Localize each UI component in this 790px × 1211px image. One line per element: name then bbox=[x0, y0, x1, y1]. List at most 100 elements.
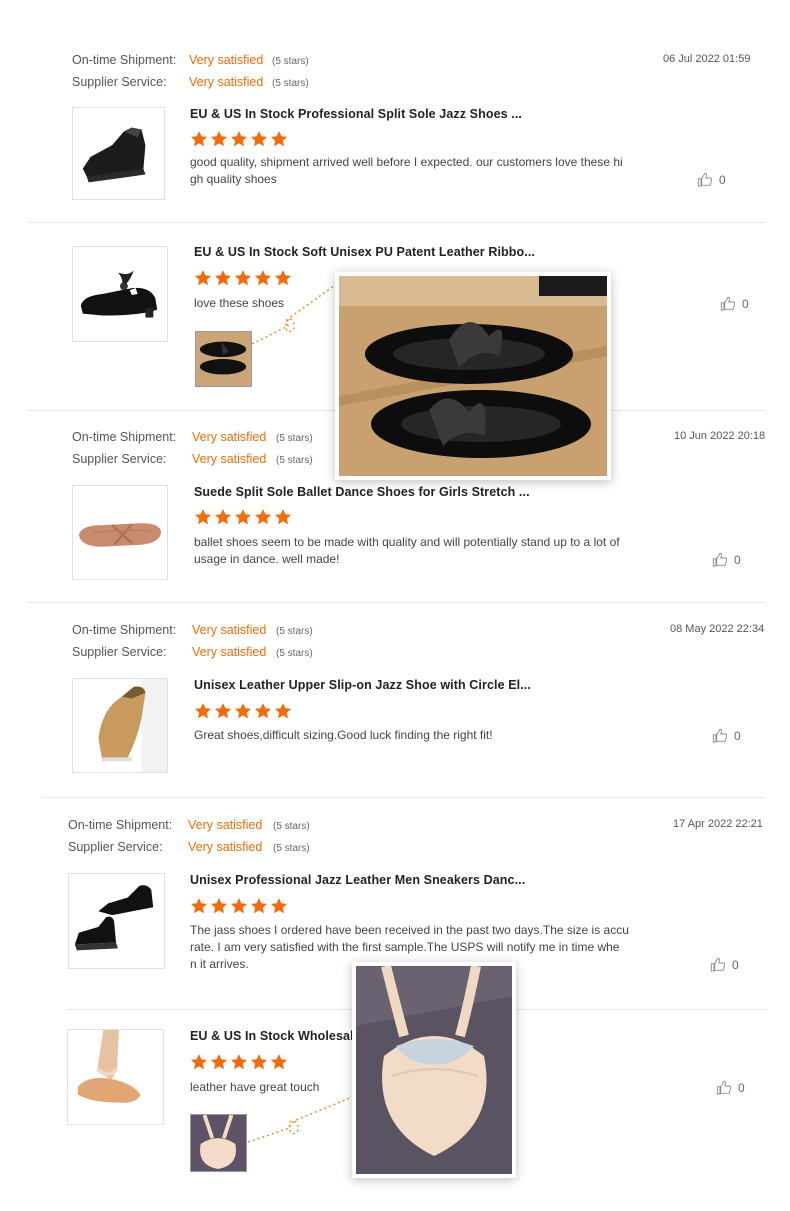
like-count: 0 bbox=[734, 553, 741, 567]
thumbs-up-icon bbox=[716, 1080, 732, 1095]
ontime-satisfaction: Very satisfied bbox=[188, 818, 263, 832]
star-icon bbox=[250, 1054, 268, 1070]
like-count: 0 bbox=[742, 297, 749, 311]
review-photo-popup[interactable] bbox=[335, 272, 611, 480]
star-icon bbox=[270, 898, 288, 914]
like-button[interactable]: 0 bbox=[712, 728, 741, 744]
supplier-stars-text: (5 stars) bbox=[272, 78, 309, 89]
supplier-stars-text: (5 stars) bbox=[276, 648, 313, 659]
ontime-satisfaction: Very satisfied bbox=[189, 53, 264, 67]
supplier-satisfaction: Very satisfied bbox=[192, 645, 267, 659]
supplier-satisfaction: Very satisfied bbox=[188, 840, 263, 854]
like-button[interactable]: 0 bbox=[697, 172, 726, 188]
ontime-satisfaction: Very satisfied bbox=[192, 623, 267, 637]
callout-connector bbox=[247, 1097, 351, 1143]
rating-stars bbox=[190, 897, 288, 915]
supplier-satisfaction: Very satisfied bbox=[192, 452, 267, 466]
review-photo-popup[interactable] bbox=[352, 962, 516, 1178]
black-jazz-shoe-image bbox=[73, 108, 164, 199]
product-thumbnail[interactable] bbox=[72, 107, 165, 200]
review-photo-image bbox=[196, 332, 251, 386]
star-icon bbox=[270, 1054, 288, 1070]
product-thumbnail[interactable] bbox=[72, 246, 168, 342]
star-icon bbox=[250, 131, 268, 147]
review-text-line: The jass shoes I ordered have been recei… bbox=[190, 923, 629, 937]
star-icon bbox=[274, 703, 292, 719]
supplier-stars-text: (5 stars) bbox=[276, 455, 313, 466]
review-text-line: Great shoes,difficult sizing.Good luck f… bbox=[194, 728, 493, 742]
review-date: 17 Apr 2022 22:21 bbox=[673, 818, 763, 830]
ontime-shipment-label: On-time Shipment: bbox=[72, 430, 177, 444]
review-photo-thumbnail[interactable] bbox=[190, 1114, 247, 1172]
star-icon bbox=[254, 509, 272, 525]
star-icon bbox=[210, 1054, 228, 1070]
star-icon bbox=[190, 898, 208, 914]
like-button[interactable]: 0 bbox=[716, 1080, 745, 1096]
patent-tap-shoe-image bbox=[73, 247, 167, 341]
star-icon bbox=[270, 131, 288, 147]
patent-shoes-in-box-photo bbox=[339, 276, 607, 476]
review-divider bbox=[28, 222, 765, 223]
ontime-shipment-label: On-time Shipment: bbox=[72, 53, 177, 67]
supplier-satisfaction: Very satisfied bbox=[189, 75, 264, 89]
product-title[interactable]: Unisex Professional Jazz Leather Men Sne… bbox=[190, 873, 525, 887]
product-thumbnail[interactable] bbox=[72, 485, 168, 580]
ontime-stars-text: (5 stars) bbox=[276, 433, 313, 444]
ontime-satisfaction: Very satisfied bbox=[192, 430, 267, 444]
rating-stars bbox=[190, 130, 288, 148]
review-text-line: good quality, shipment arrived well befo… bbox=[190, 155, 623, 169]
thumbs-up-icon bbox=[712, 728, 728, 743]
suede-ballet-shoe-image bbox=[73, 486, 167, 579]
review-date: 10 Jun 2022 20:18 bbox=[674, 430, 766, 442]
review-date: 06 Jul 2022 01:59 bbox=[663, 53, 751, 65]
tan-jazz-shoe-image bbox=[73, 679, 167, 772]
like-button[interactable]: 0 bbox=[712, 552, 741, 568]
star-icon bbox=[214, 703, 232, 719]
star-icon bbox=[234, 509, 252, 525]
review-photo-thumbnail[interactable] bbox=[195, 331, 252, 387]
like-button[interactable]: 0 bbox=[720, 296, 749, 312]
supplier-service-label: Supplier Service: bbox=[68, 840, 163, 854]
ontime-shipment-label: On-time Shipment: bbox=[68, 818, 173, 832]
ontime-stars-text: (5 stars) bbox=[272, 56, 309, 67]
star-icon bbox=[230, 1054, 248, 1070]
product-title[interactable]: EU & US In Stock Soft Unisex PU Patent L… bbox=[194, 245, 535, 259]
product-title[interactable]: Suede Split Sole Ballet Dance Shoes for … bbox=[194, 485, 530, 499]
review-text-line: n it arrives. bbox=[190, 957, 249, 971]
product-thumbnail[interactable] bbox=[67, 1029, 164, 1125]
product-title[interactable]: EU & US In Stock Wholesale bbox=[190, 1029, 361, 1043]
callout-connector bbox=[251, 285, 335, 345]
thumbs-up-icon bbox=[712, 552, 728, 567]
review-text-line: gh quality shoes bbox=[190, 172, 277, 186]
thumbs-up-icon bbox=[720, 296, 736, 311]
star-icon bbox=[230, 898, 248, 914]
review-photo-image bbox=[191, 1115, 246, 1171]
star-icon bbox=[210, 898, 228, 914]
thumbs-up-icon bbox=[697, 172, 713, 187]
rating-stars bbox=[194, 508, 292, 526]
like-button[interactable]: 0 bbox=[710, 957, 739, 973]
like-count: 0 bbox=[732, 958, 739, 972]
star-icon bbox=[250, 898, 268, 914]
star-icon bbox=[194, 509, 212, 525]
supplier-service-label: Supplier Service: bbox=[72, 452, 167, 466]
review-text-line: ballet shoes seem to be made with qualit… bbox=[194, 535, 620, 549]
ontime-stars-text: (5 stars) bbox=[273, 821, 310, 832]
like-count: 0 bbox=[734, 729, 741, 743]
product-thumbnail[interactable] bbox=[68, 873, 165, 969]
review-text-line: rate. I am very satisfied with the first… bbox=[190, 940, 620, 954]
star-icon bbox=[214, 270, 232, 286]
product-title[interactable]: EU & US In Stock Professional Split Sole… bbox=[190, 107, 522, 121]
star-icon bbox=[230, 131, 248, 147]
star-icon bbox=[190, 1054, 208, 1070]
star-icon bbox=[234, 703, 252, 719]
product-thumbnail[interactable] bbox=[72, 678, 168, 773]
thumbs-up-icon bbox=[710, 957, 726, 972]
star-icon bbox=[194, 703, 212, 719]
star-icon bbox=[194, 270, 212, 286]
star-icon bbox=[190, 131, 208, 147]
like-count: 0 bbox=[719, 173, 726, 187]
black-jazz-sneaker-image bbox=[69, 874, 164, 968]
half-sole-shoe-photo bbox=[356, 964, 512, 1174]
product-title[interactable]: Unisex Leather Upper Slip-on Jazz Shoe w… bbox=[194, 678, 531, 692]
